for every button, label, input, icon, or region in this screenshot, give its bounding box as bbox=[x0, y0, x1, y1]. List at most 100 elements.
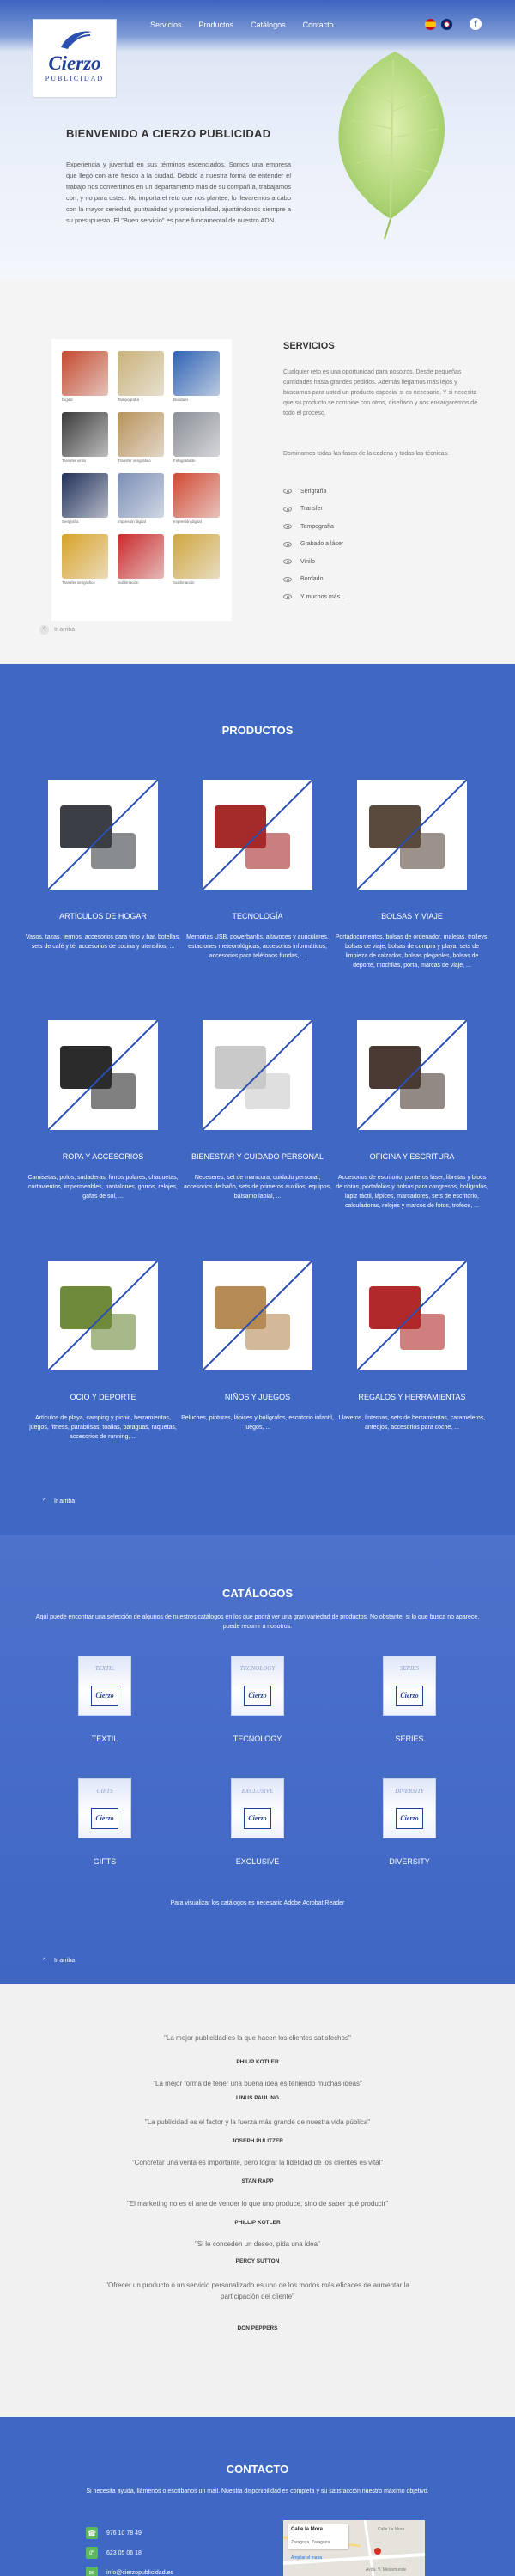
mail-icon: ✉ bbox=[86, 2567, 98, 2576]
product-image[interactable] bbox=[203, 1020, 312, 1130]
technique-caption: Fotograbado bbox=[173, 459, 196, 463]
english-flag-icon[interactable] bbox=[441, 18, 452, 30]
product-name[interactable]: Artículos de hogar bbox=[26, 912, 180, 920]
product-image[interactable] bbox=[48, 1020, 158, 1130]
product-photo bbox=[203, 1261, 312, 1370]
catalog-name[interactable]: SERIES bbox=[362, 1735, 457, 1743]
contact-section: CONTACTO Si necesita ayuda, llámenos o e… bbox=[0, 2417, 515, 2576]
product-name[interactable]: Regalos y herramientas bbox=[335, 1393, 489, 1401]
product-name[interactable]: Niños y juegos bbox=[180, 1393, 335, 1401]
services-description: Cualquier reto es una oportunidad para n… bbox=[283, 369, 478, 416]
technique-thumb: Sublimación bbox=[118, 534, 164, 586]
technique-caption: Tampografía bbox=[118, 398, 140, 402]
technique-thumb: Transfer vinilo bbox=[62, 412, 108, 465]
catalog-cover[interactable]: SERIES Cierzo bbox=[383, 1656, 436, 1716]
language-switcher: f bbox=[425, 18, 482, 30]
product-photo bbox=[357, 780, 467, 890]
products-section: PRODUCTOS Artículos de hogar Vasos, tazas… bbox=[0, 664, 515, 1535]
logo-swoosh-icon bbox=[61, 31, 92, 49]
product-image[interactable] bbox=[357, 780, 467, 890]
product-description: Portadocumentos, bolsas de ordenador, ma… bbox=[335, 934, 489, 969]
product-card[interactable]: Oficina y escritura Accesorios de escrito… bbox=[335, 1020, 489, 1211]
product-photo bbox=[203, 1020, 312, 1130]
technique-thumb: Serigrafía bbox=[62, 473, 108, 526]
main-nav: Servicios Productos Catálogos Contacto bbox=[150, 21, 334, 29]
product-photo bbox=[357, 1261, 467, 1370]
product-card[interactable]: Bienestar y cuidado personal Neceseres, s… bbox=[180, 1020, 335, 1201]
mobile-row[interactable]: ✆ 623 05 06 18 bbox=[86, 2547, 142, 2559]
catalog-card[interactable]: SERIES Cierzo SERIES bbox=[362, 1656, 457, 1743]
scroll-top-button[interactable]: ^ Ir arriba bbox=[39, 625, 75, 635]
technique-thumb: Impresión digital bbox=[118, 473, 164, 526]
product-image[interactable] bbox=[203, 1261, 312, 1370]
services-section: Digital Tampografía Bordado Transfer vinilo… bbox=[0, 279, 515, 664]
list-item: Transfer bbox=[283, 501, 345, 519]
product-image[interactable] bbox=[48, 1261, 158, 1370]
product-name[interactable]: Ropa y accesorios bbox=[26, 1152, 180, 1161]
catalog-card[interactable]: EXCLUSIVE Cierzo EXCLUSIVE bbox=[210, 1778, 305, 1866]
catalog-logo: Cierzo bbox=[396, 1686, 423, 1706]
email-row[interactable]: ✉ info@cierzopublicidad.es bbox=[86, 2567, 173, 2576]
product-name[interactable]: Bienestar y cuidado personal bbox=[180, 1152, 335, 1161]
catalogs-title: CATÁLOGOS bbox=[221, 1587, 294, 1600]
phone-row[interactable]: ☎ 976 10 78 49 bbox=[86, 2527, 142, 2539]
product-image[interactable] bbox=[48, 780, 158, 890]
technique-caption: Transfer serigráfico bbox=[118, 459, 151, 463]
catalog-card[interactable]: GIFTS Cierzo GIFTS bbox=[58, 1778, 152, 1866]
catalog-name[interactable]: TEXTIL bbox=[58, 1735, 152, 1743]
product-photo bbox=[48, 780, 158, 890]
nav-item-productos[interactable]: Productos bbox=[199, 21, 234, 29]
location-map[interactable]: Calle la Mora Zaragoza, Zaragoza Ampliar… bbox=[283, 2520, 425, 2576]
catalog-cover[interactable]: EXCLUSIVE Cierzo bbox=[231, 1778, 284, 1838]
product-card[interactable]: Artículos de hogar Vasos, tazas, termos, … bbox=[26, 780, 180, 951]
nav-item-catalogos[interactable]: Catálogos bbox=[251, 21, 286, 29]
facebook-icon[interactable]: f bbox=[470, 18, 482, 30]
scroll-top-button[interactable]: ^ Ir arriba bbox=[39, 1497, 75, 1506]
nav-item-servicios[interactable]: Servicios bbox=[150, 21, 182, 29]
product-name[interactable]: Bolsas y viaje bbox=[335, 912, 489, 920]
product-description: Vasos, tazas, termos, accesorios para vi… bbox=[26, 934, 181, 950]
map-info-card: Calle la Mora Zaragoza, Zaragoza Ampliar… bbox=[288, 2524, 348, 2561]
spanish-flag-icon[interactable] bbox=[425, 18, 436, 30]
scroll-top-button[interactable]: ^ Ir arriba bbox=[39, 1956, 75, 1965]
technique-image bbox=[118, 534, 164, 579]
catalog-cover[interactable]: TECNOLOGY Cierzo bbox=[231, 1656, 284, 1716]
list-item: Tampografía bbox=[283, 518, 345, 536]
technique-image bbox=[118, 412, 164, 457]
product-card[interactable]: Ocio y deporte Artículos de playa, campin… bbox=[26, 1261, 180, 1442]
technique-image bbox=[173, 473, 220, 518]
catalog-card[interactable]: TEXTIL Cierzo TEXTIL bbox=[58, 1656, 152, 1743]
technique-thumb: Transfer serigráfico bbox=[118, 412, 164, 465]
catalog-name[interactable]: EXCLUSIVE bbox=[210, 1857, 305, 1866]
quote-text: "Ofrecer un producto o un servicio perso… bbox=[106, 2281, 409, 2300]
nav-item-contacto[interactable]: Contacto bbox=[303, 21, 334, 29]
catalogs-note[interactable]: Para visualizar los catálogos es necesar… bbox=[0, 1900, 515, 1906]
product-name[interactable]: Tecnología bbox=[180, 912, 335, 920]
product-name[interactable]: Ocio y deporte bbox=[26, 1393, 180, 1401]
catalog-card[interactable]: TECNOLOGY Cierzo TECNOLOGY bbox=[210, 1656, 305, 1743]
product-card[interactable]: Tecnología Memorias USB, powerbanks, alta… bbox=[180, 780, 335, 961]
email-address: info@cierzopublicidad.es bbox=[106, 2569, 173, 2576]
logo[interactable]: Cierzo PUBLICIDAD bbox=[33, 19, 117, 98]
catalog-cover[interactable]: DIVERSITY Cierzo bbox=[383, 1778, 436, 1838]
catalog-name[interactable]: GIFTS bbox=[58, 1857, 152, 1866]
catalog-card[interactable]: DIVERSITY Cierzo DIVERSITY bbox=[362, 1778, 457, 1866]
list-item: Grabado a láser bbox=[283, 536, 345, 554]
product-image[interactable] bbox=[357, 1261, 467, 1370]
chevron-up-icon: ^ bbox=[42, 1498, 46, 1504]
technique-caption: Transfer serigráfico bbox=[62, 580, 95, 585]
product-card[interactable]: Ropa y accesorios Camisetas, polos, sudad… bbox=[26, 1020, 180, 1201]
catalog-cover[interactable]: TEXTIL Cierzo bbox=[78, 1656, 131, 1716]
product-card[interactable]: Regalos y herramientas Llaveros, linterna… bbox=[335, 1261, 489, 1432]
list-item: Y muchos más... bbox=[283, 588, 345, 606]
product-card[interactable]: Niños y juegos Peluches, pinturas, lápice… bbox=[180, 1261, 335, 1432]
catalog-cover[interactable]: GIFTS Cierzo bbox=[78, 1778, 131, 1838]
catalog-name[interactable]: DIVERSITY bbox=[362, 1857, 457, 1866]
product-card[interactable]: Bolsas y viaje Portadocumentos, bolsas de… bbox=[335, 780, 489, 970]
product-description: Neceseres, set de manicura, cuidado pers… bbox=[184, 1175, 331, 1200]
catalog-name[interactable]: TECNOLOGY bbox=[210, 1735, 305, 1743]
logo-name: Cierzo bbox=[48, 52, 101, 74]
product-name[interactable]: Oficina y escritura bbox=[335, 1152, 489, 1161]
product-image[interactable] bbox=[203, 780, 312, 890]
product-image[interactable] bbox=[357, 1020, 467, 1130]
